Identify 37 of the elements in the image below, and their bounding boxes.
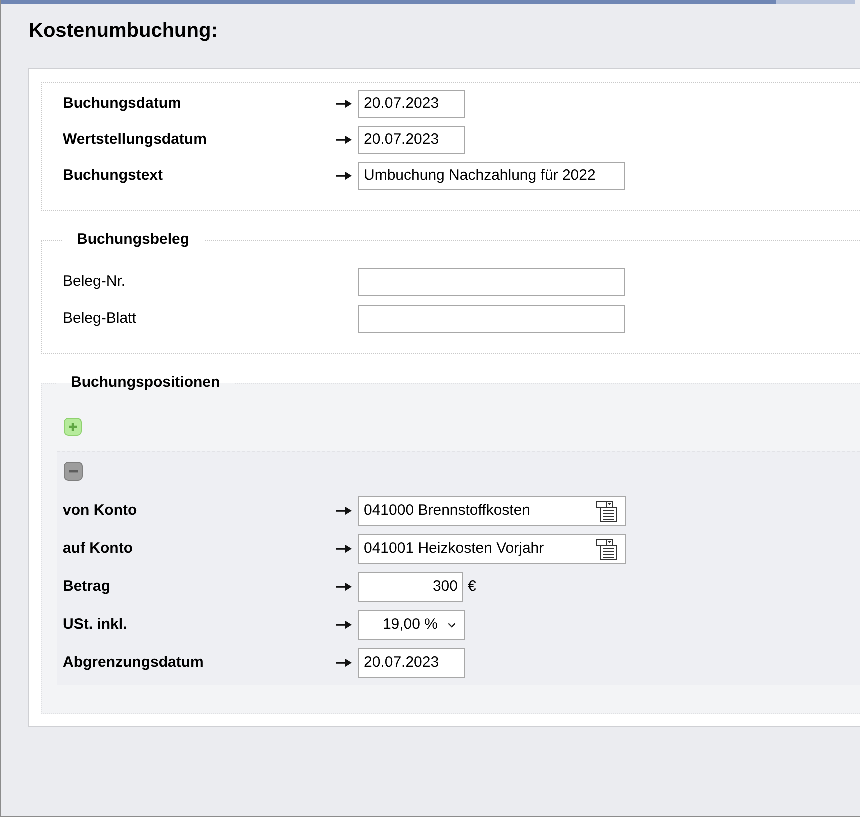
- date-field[interactable]: 20.07.2023: [358, 126, 465, 154]
- arrow-right-icon: [336, 135, 352, 145]
- arrow-right-icon: [336, 99, 352, 109]
- list-lookup-icon[interactable]: [596, 538, 617, 560]
- arrow-right-icon: [336, 620, 352, 630]
- select-dropdown[interactable]: 19,00 %: [358, 610, 465, 640]
- arrow-right-icon: [336, 544, 352, 554]
- arrow-right-icon: [336, 582, 352, 592]
- date-field[interactable]: 20.07.2023: [358, 648, 465, 678]
- lookup-field[interactable]: 041001 Heizkosten Vorjahr: [358, 534, 626, 564]
- field-label: Betrag: [63, 578, 112, 596]
- minus-icon[interactable]: [64, 462, 83, 481]
- text-field[interactable]: [358, 305, 625, 333]
- text-field[interactable]: [358, 268, 625, 296]
- page-title: Kostenumbuchung:: [29, 20, 218, 43]
- field-label: von Konto: [63, 502, 138, 520]
- field-label: Wertstellungsdatum: [63, 131, 208, 149]
- field-label: auf Konto: [63, 540, 134, 558]
- field-label: Buchungsdatum: [63, 95, 182, 113]
- chevron-down-icon: [448, 622, 456, 628]
- field-label: Beleg-Nr.: [63, 273, 127, 291]
- list-lookup-icon[interactable]: [596, 500, 617, 522]
- date-field[interactable]: 20.07.2023: [358, 90, 465, 118]
- section-legend: Buchungspositionen: [57, 374, 234, 392]
- currency-unit: €: [468, 578, 476, 596]
- field-label: Beleg-Blatt: [63, 310, 138, 328]
- arrow-right-icon: [336, 658, 352, 668]
- arrow-right-icon: [336, 171, 352, 181]
- field-label: Abgrenzungsdatum: [63, 654, 205, 672]
- text-field[interactable]: Umbuchung Nachzahlung für 2022: [358, 162, 625, 190]
- field-label: USt. inkl.: [63, 616, 128, 634]
- section-legend: Buchungsbeleg: [63, 231, 204, 249]
- amount-field[interactable]: 300: [358, 572, 463, 602]
- plus-icon[interactable]: [64, 418, 82, 436]
- lookup-field[interactable]: 041000 Brennstoffkosten: [358, 496, 626, 526]
- arrow-right-icon: [336, 506, 352, 516]
- field-label: Buchungstext: [63, 167, 164, 185]
